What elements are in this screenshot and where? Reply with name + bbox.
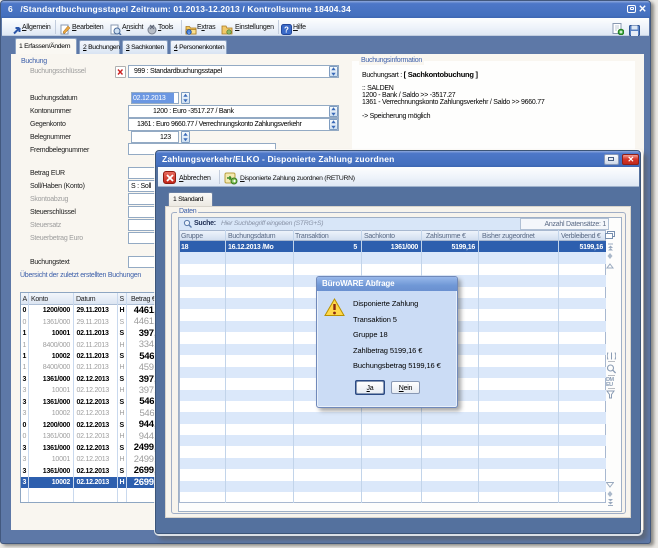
svg-text:?: ? [284, 26, 289, 35]
svg-text:i: i [189, 30, 190, 35]
